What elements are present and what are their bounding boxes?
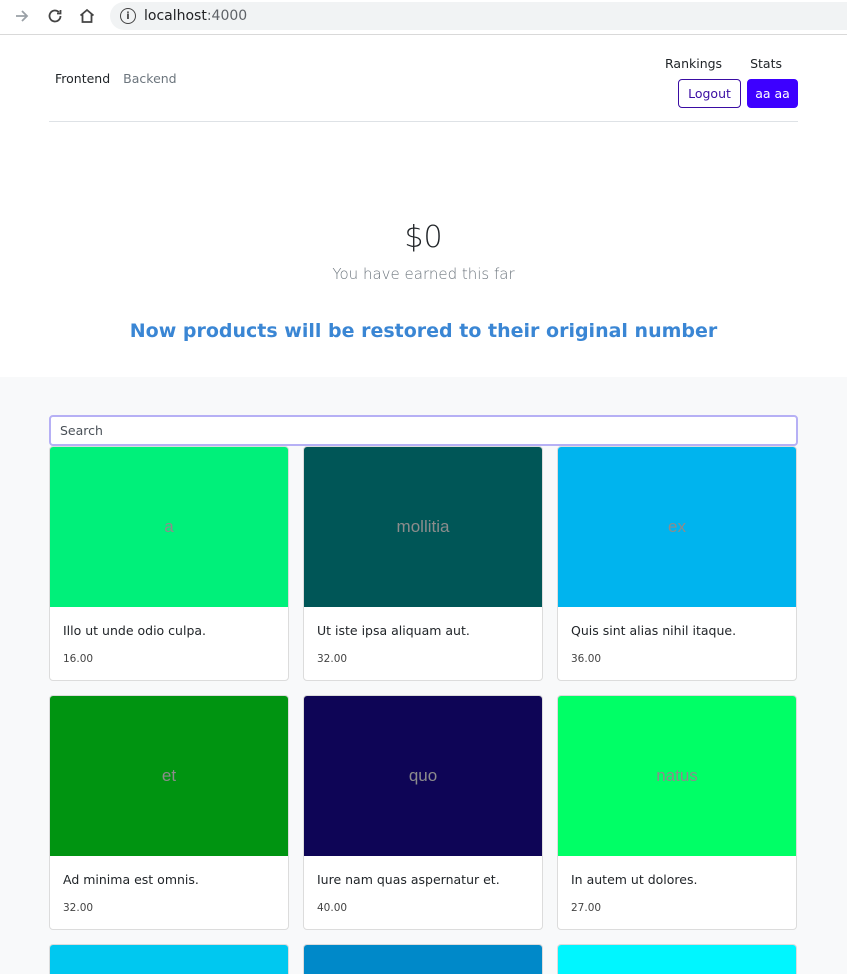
- product-price: 32.00: [63, 902, 94, 914]
- product-image: a: [50, 447, 288, 607]
- earnings-amount: $0: [404, 220, 443, 255]
- site-header: Frontend Backend Rankings Stats Logout a…: [49, 35, 798, 122]
- product-title: Quis sint alias nihil itaque.: [571, 623, 737, 638]
- product-card[interactable]: a Illo ut unde odio culpa. 16.00: [49, 446, 289, 681]
- product-card[interactable]: [49, 944, 289, 974]
- search-input[interactable]: Search: [49, 415, 798, 446]
- earnings-hero: $0 You have earned this far Now products…: [0, 122, 847, 377]
- product-image: et: [50, 696, 288, 856]
- earnings-subtitle: You have earned this far: [332, 265, 515, 283]
- product-card[interactable]: ex Quis sint alias nihil itaque. 36.00: [557, 446, 797, 681]
- product-price: 40.00: [317, 902, 348, 914]
- product-card[interactable]: quo Iure nam quas aspernatur et. 40.00: [303, 695, 543, 930]
- reload-icon[interactable]: [43, 5, 67, 27]
- nav-stats-link[interactable]: Stats: [750, 56, 782, 71]
- product-image: quo: [304, 696, 542, 856]
- product-price: 32.00: [317, 653, 348, 665]
- product-image: [558, 945, 796, 974]
- product-image: natus: [558, 696, 796, 856]
- product-card[interactable]: et Ad minima est omnis. 32.00: [49, 695, 289, 930]
- nav-backend-link[interactable]: Backend: [123, 71, 176, 86]
- product-title: Illo ut unde odio culpa.: [63, 623, 207, 638]
- product-card[interactable]: natus In autem ut dolores. 27.00: [557, 695, 797, 930]
- product-card[interactable]: [303, 944, 543, 974]
- product-title: Ut iste ipsa aliquam aut.: [317, 623, 470, 638]
- product-card[interactable]: [557, 944, 797, 974]
- nav-frontend-link[interactable]: Frontend: [55, 71, 110, 86]
- product-image: [304, 945, 542, 974]
- address-bar[interactable]: i localhost:4000: [110, 2, 847, 30]
- home-icon[interactable]: [75, 5, 99, 27]
- product-price: 27.00: [571, 902, 602, 914]
- restore-notice: Now products will be restored to their o…: [129, 320, 718, 342]
- product-image: [50, 945, 288, 974]
- site-info-icon[interactable]: i: [120, 8, 136, 24]
- product-image: mollitia: [304, 447, 542, 607]
- product-card[interactable]: mollitia Ut iste ipsa aliquam aut. 32.00: [303, 446, 543, 681]
- url-port: :4000: [206, 8, 248, 24]
- product-title: In autem ut dolores.: [571, 872, 698, 887]
- product-image: ex: [558, 447, 796, 607]
- products-section: Search a Illo ut unde odio culpa. 16.00 …: [0, 377, 847, 974]
- product-price: 16.00: [63, 653, 94, 665]
- product-title: Iure nam quas aspernatur et.: [317, 872, 500, 887]
- product-title: Ad minima est omnis.: [63, 872, 199, 887]
- product-price: 36.00: [571, 653, 602, 665]
- user-actions: Logout aa aa: [678, 79, 798, 108]
- url-host: localhost: [144, 8, 207, 24]
- main-nav: Frontend Backend: [55, 71, 177, 86]
- secondary-nav: Rankings Stats: [665, 56, 782, 71]
- user-button[interactable]: aa aa: [747, 79, 798, 108]
- browser-toolbar: i localhost:4000: [0, 0, 847, 35]
- forward-icon[interactable]: [10, 5, 34, 27]
- logout-button[interactable]: Logout: [678, 79, 741, 108]
- nav-rankings-link[interactable]: Rankings: [665, 56, 722, 71]
